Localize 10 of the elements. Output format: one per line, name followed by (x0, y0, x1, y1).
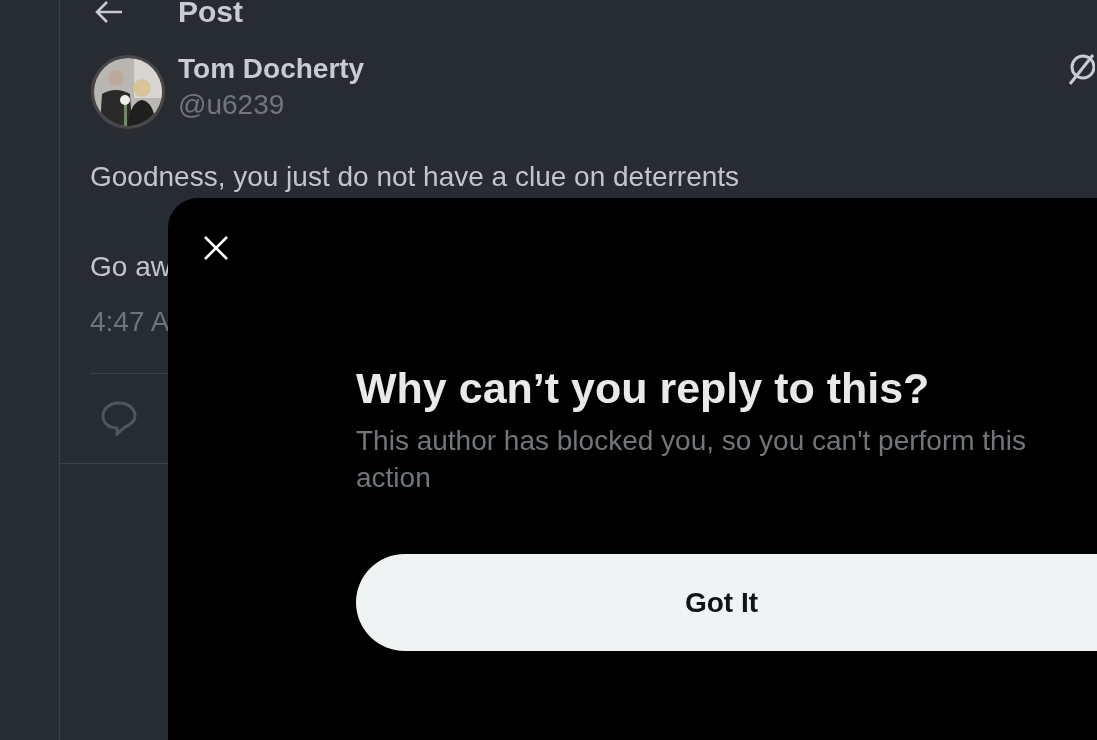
author-name[interactable]: Tom Docherty (178, 51, 365, 87)
got-it-button[interactable]: Got It (356, 554, 1097, 651)
page-title: Post (178, 0, 243, 24)
post-time: 4:47 A (89, 305, 171, 339)
slashed-circle-icon[interactable] (1067, 53, 1095, 87)
dialog-message: This author has blocked you, so you can't perform this action (356, 424, 1027, 495)
post-text: Goodness, you just do not have a clue on deterrents (90, 160, 741, 194)
back-arrow-icon[interactable] (94, 0, 124, 24)
dialog-title: Why can’t you reply to this? (356, 363, 931, 414)
close-icon[interactable] (203, 235, 229, 261)
